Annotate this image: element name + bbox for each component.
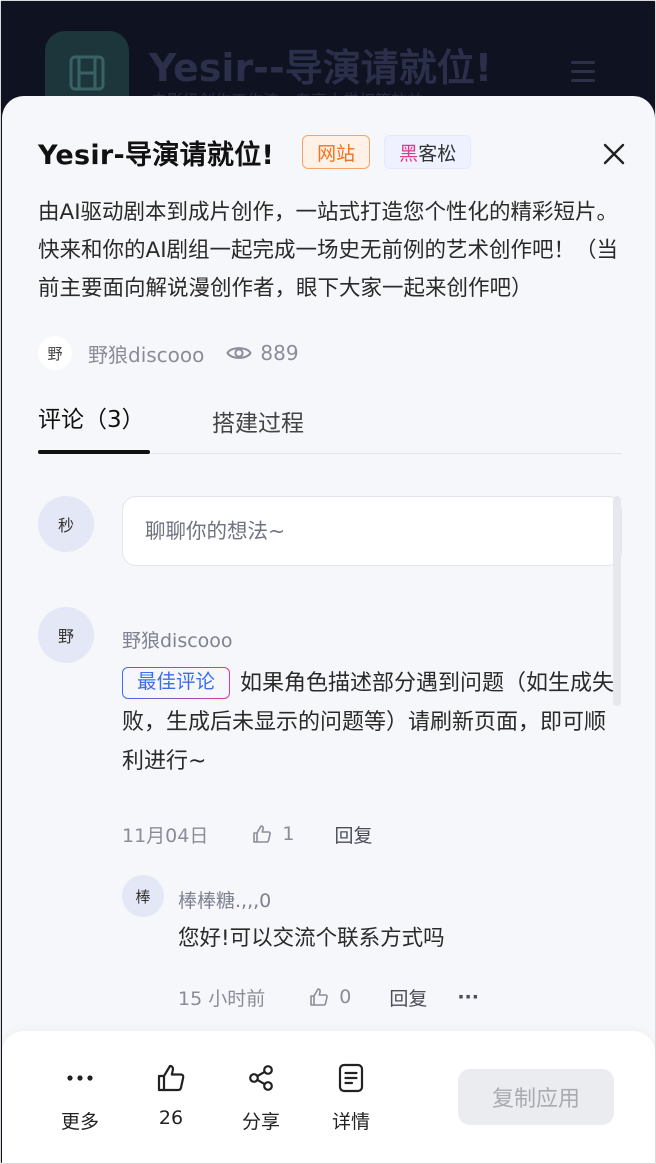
- title-row: Yesir-导演请就位! 网站 黑客松: [38, 134, 472, 171]
- active-tab-indicator: [38, 450, 150, 454]
- comment-meta: 11月04日 1 回复: [122, 819, 372, 849]
- reply-text: 您好!可以交流个联系方式吗: [178, 926, 445, 951]
- copy-app-button[interactable]: 复制应用: [458, 1069, 614, 1125]
- reply-like-button[interactable]: 0: [309, 986, 351, 1008]
- commenter-name[interactable]: 野狼discooo: [122, 626, 233, 653]
- more-icon: [66, 1061, 94, 1095]
- close-icon: [603, 143, 625, 165]
- comment-reply-button[interactable]: 回复: [334, 821, 372, 848]
- share-button[interactable]: 分享: [226, 1061, 296, 1134]
- reply-meta: 15 小时前 0 回复 ···: [178, 982, 479, 1012]
- document-icon: [338, 1061, 364, 1095]
- more-button[interactable]: 更多: [45, 1061, 115, 1134]
- app-detail-sheet: Yesir-导演请就位! 网站 黑客松 由AI驱动剧本到成片创作，一站式打造您个…: [2, 96, 655, 1163]
- current-user-avatar: 秒: [38, 496, 94, 552]
- reply-time: 15 小时前: [178, 987, 266, 1010]
- view-count-value: 889: [260, 341, 299, 365]
- hackathon-tag-prefix: 黑: [399, 142, 419, 165]
- like-count: 26: [158, 1107, 184, 1129]
- tab-bar: 评论（3） 搭建过程: [38, 396, 622, 454]
- view-count: 889: [226, 341, 299, 365]
- like-button[interactable]: 26: [136, 1061, 206, 1129]
- background-title: Yesir--导演请就位!: [149, 46, 493, 90]
- hackathon-tag-suffix: 客松: [418, 142, 457, 165]
- more-label: 更多: [60, 1111, 99, 1133]
- reply-more-button[interactable]: ···: [457, 986, 479, 1008]
- share-label: 分享: [241, 1111, 280, 1133]
- app-title: Yesir-导演请就位!: [38, 139, 275, 171]
- comment-date: 11月04日: [122, 824, 209, 847]
- app-frame: Yesir--导演请就位! 电影级创作工作流，专享本学权等效益 Yesir-导演…: [0, 0, 656, 1164]
- thumbs-up-icon: [310, 988, 329, 1006]
- details-label: 详情: [331, 1111, 370, 1133]
- menu-icon: [571, 61, 595, 88]
- tab-build-process[interactable]: 搭建过程: [212, 404, 304, 438]
- hackathon-tag: 黑客松: [384, 135, 472, 169]
- comment-input[interactable]: [145, 519, 621, 543]
- reply-like-count: 0: [339, 986, 352, 1008]
- tab-comments[interactable]: 评论（3）: [38, 400, 145, 434]
- best-comment-badge: 最佳评论: [122, 667, 230, 699]
- commenter-avatar[interactable]: 野: [38, 607, 94, 663]
- thumbs-up-icon: [156, 1061, 186, 1095]
- reply-reply-button[interactable]: 回复: [389, 984, 427, 1011]
- close-button[interactable]: [598, 138, 630, 170]
- share-icon: [247, 1061, 275, 1095]
- reply-author-avatar[interactable]: 棒: [122, 875, 164, 917]
- author-row: 野 野狼discooo 889: [38, 336, 299, 370]
- reply-author-name[interactable]: 棒棒糖.,,,0: [178, 886, 271, 913]
- bottom-action-bar: 更多 26 分享 详情 复制应用: [2, 1031, 655, 1163]
- comment-body: 最佳评论 如果角色描述部分遇到问题（如生成失败，生成后未显示的问题等）请刷新页面，…: [122, 664, 622, 781]
- comment-input-box[interactable]: [122, 496, 622, 566]
- website-tag: 网站: [302, 135, 371, 169]
- author-name[interactable]: 野狼discooo: [88, 339, 204, 368]
- eye-icon: [226, 347, 253, 359]
- app-description: 由AI驱动剧本到成片创作，一站式打造您个性化的精彩短片。快来和你的AI剧组一起完…: [38, 200, 619, 301]
- details-button[interactable]: 详情: [316, 1061, 386, 1134]
- comment-like-button[interactable]: 1: [252, 823, 294, 845]
- author-avatar[interactable]: 野: [38, 336, 72, 370]
- thumbs-up-icon: [253, 825, 272, 843]
- comment-like-count: 1: [282, 823, 295, 845]
